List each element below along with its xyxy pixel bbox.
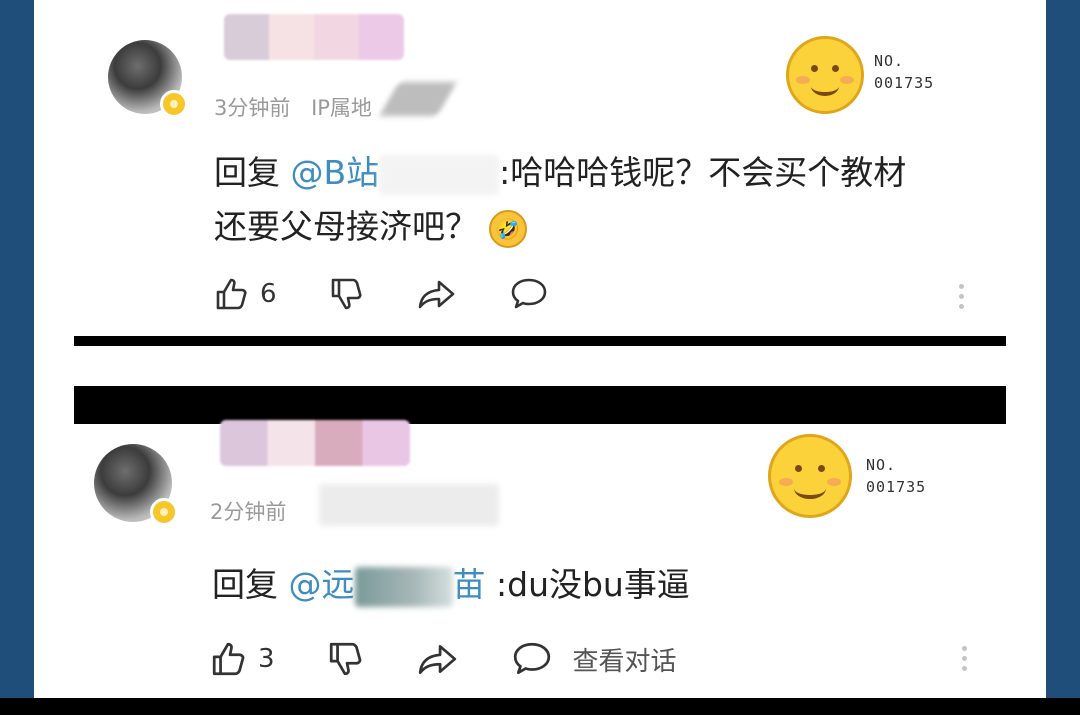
comment-actions: 3 查看对话 [210,640,677,678]
fan-number-prefix: NO. [874,52,905,70]
rofl-emoji-icon: 🤣 [488,209,527,248]
smiley-icon [768,434,852,518]
comment-icon [511,278,546,309]
reply-button[interactable] [509,276,549,312]
comment-text-line1: :哈哈哈钱呢？不会买个教材 [499,153,907,192]
comment-actions: 6 [214,276,601,312]
like-button[interactable]: 6 [214,276,277,312]
vip-badge-icon [150,498,178,526]
thumbs-down-icon [329,642,361,676]
comment-body: 回复 @B站 :哈哈哈钱呢？不会买个教材 还要父母接济吧？ 🤣 [214,146,974,254]
mention-redacted [354,566,453,607]
comments-panel: 3分钟前 IP属地 NO. 001735 回复 @B站 :哈哈哈钱呢？不会买个教材… [34,0,1046,698]
mention-tail[interactable]: 苗 [453,565,486,604]
comment-card: 3分钟前 IP属地 NO. 001735 回复 @B站 :哈哈哈钱呢？不会买个教材… [34,0,1046,330]
comment-meta: 2分钟前 [210,496,286,526]
ip-location-redacted [379,82,457,116]
divider [74,386,1006,424]
mention-link[interactable]: @B站 [291,153,380,192]
dislike-button[interactable] [327,640,365,678]
comment-icon [513,642,550,675]
share-icon [418,280,454,309]
username-redacted [224,14,404,60]
ip-location-label: IP属地 [311,96,372,120]
fan-number-value: 001735 [866,478,927,496]
reply-word: 回复 [212,565,278,604]
comment-time: 3分钟前 [214,96,291,120]
like-count: 6 [260,279,277,309]
reply-button[interactable]: 查看对话 [511,640,677,678]
avatar[interactable] [94,444,178,526]
thumbs-up-icon [212,642,245,676]
fan-number-prefix: NO. [866,456,897,474]
like-button[interactable]: 3 [210,640,275,678]
more-icon[interactable] [959,284,964,309]
fan-number-value: 001735 [874,74,935,92]
reply-word: 回复 [214,153,280,192]
mention-redacted [379,154,500,195]
share-icon [418,645,456,675]
view-conversation-link[interactable]: 查看对话 [573,641,677,678]
mention-link[interactable]: @远 [289,565,355,604]
dislike-button[interactable] [329,276,365,312]
comment-text-line2: 还要父母接济吧？ [214,207,478,246]
smiley-icon [786,36,864,114]
comment-time: 2分钟前 [210,500,287,524]
thumbs-up-icon [216,278,247,310]
comment-meta: 3分钟前 IP属地 [214,92,372,122]
comment-body: 回复 @远 苗 :du没bu事逼 [212,558,992,612]
share-button[interactable] [417,276,457,312]
more-icon[interactable] [962,646,967,671]
avatar[interactable] [108,40,188,118]
like-count: 3 [258,644,275,674]
comment-card: 2分钟前 NO. 001735 回复 @远 苗 :du没bu事逼 3 查看对话 [34,420,1046,698]
ip-location-redacted [319,484,499,526]
share-button[interactable] [417,640,459,678]
vip-badge-icon [160,90,188,118]
divider [74,336,1006,346]
username-redacted [220,420,410,466]
fan-number-label: NO. 001735 [874,50,934,94]
comment-text: :du没bu事逼 [496,565,690,604]
thumbs-down-icon [331,278,362,310]
bottom-bar [0,698,1080,715]
fan-number-label: NO. 001735 [866,454,926,498]
